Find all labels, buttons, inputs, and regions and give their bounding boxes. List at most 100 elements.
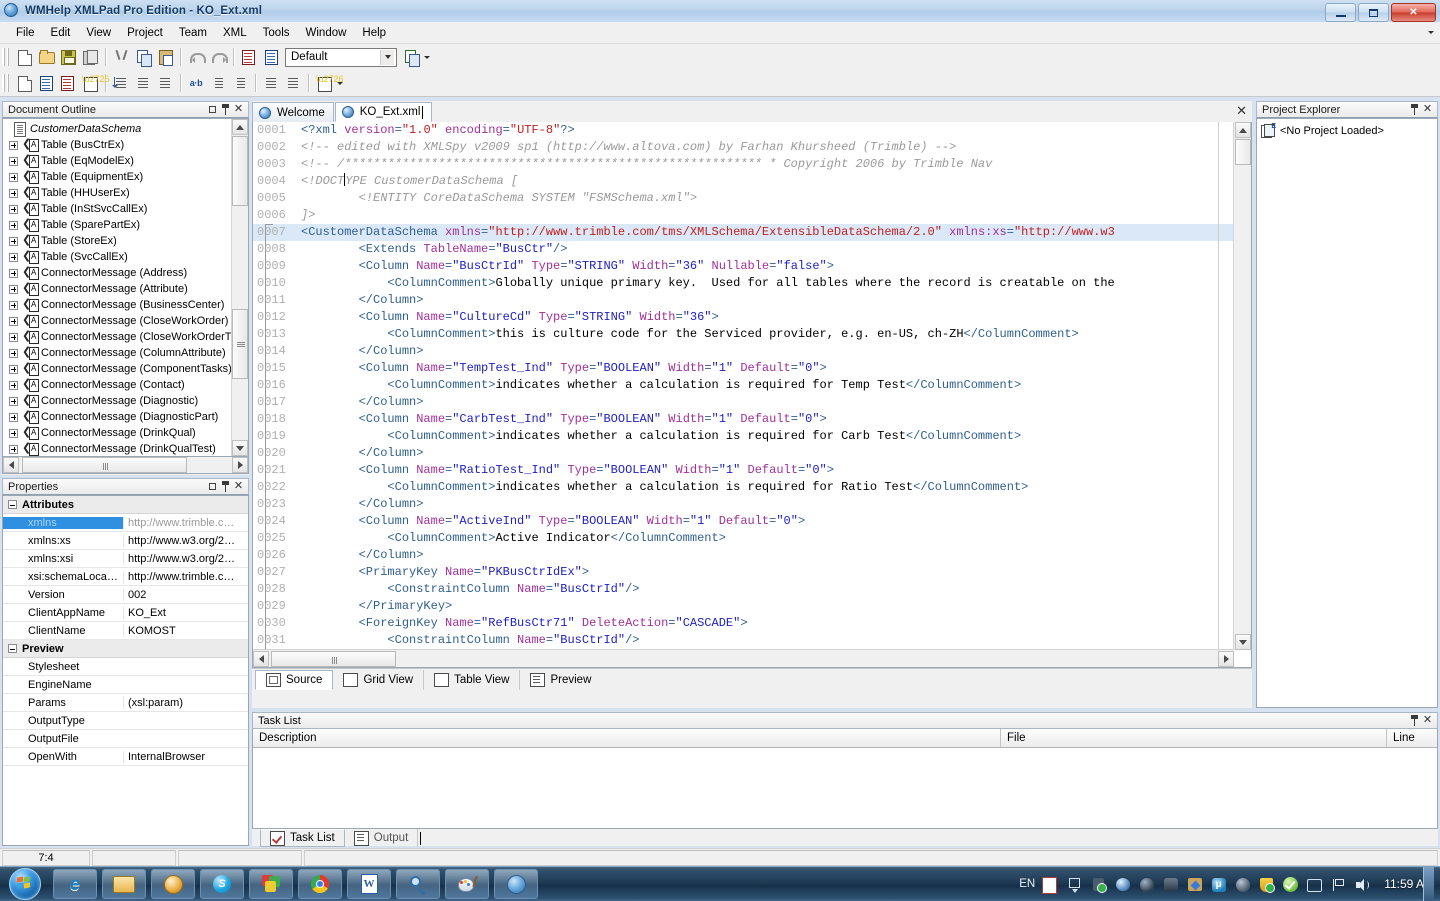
scrollbar-thumb[interactable] bbox=[271, 651, 396, 667]
expand-icon[interactable] bbox=[9, 300, 18, 310]
align-block-icon[interactable] bbox=[282, 72, 304, 94]
property-row[interactable]: Params (xsl:param) bbox=[3, 694, 248, 712]
property-row[interactable]: Version 002 bbox=[3, 586, 248, 604]
expand-icon[interactable] bbox=[9, 268, 18, 278]
tab-task-list[interactable]: Task List bbox=[260, 829, 345, 847]
fold-bracket[interactable] bbox=[265, 428, 273, 445]
menu-team[interactable]: Team bbox=[171, 24, 215, 42]
collapse-icon[interactable] bbox=[8, 644, 17, 653]
float-icon[interactable] bbox=[206, 480, 219, 493]
shield-icon[interactable] bbox=[1258, 876, 1276, 893]
outline-node[interactable]: ❮Table (SparePartEx) bbox=[3, 217, 233, 233]
show-desktop-button[interactable] bbox=[1423, 867, 1434, 901]
flag-action-center-icon[interactable] bbox=[1330, 876, 1347, 893]
column-header-file[interactable]: File bbox=[1001, 729, 1387, 747]
usb-safely-remove-icon[interactable] bbox=[1090, 876, 1108, 893]
properties-group-header[interactable]: Preview bbox=[3, 640, 248, 658]
new-schema-icon[interactable] bbox=[13, 72, 35, 94]
pin-icon[interactable] bbox=[1408, 103, 1421, 116]
code-line[interactable]: 0027 <PrimaryKey Name="PKBusCtrIdEx"> bbox=[253, 564, 1234, 581]
fold-bracket[interactable] bbox=[265, 445, 273, 462]
network-share-icon[interactable] bbox=[1114, 876, 1131, 893]
expand-icon[interactable] bbox=[9, 172, 18, 182]
close-icon[interactable]: ✕ bbox=[1421, 103, 1434, 116]
steam-icon[interactable] bbox=[1138, 876, 1155, 893]
code-line[interactable]: 0008 <Extends TableName="BusCtr"/> bbox=[253, 241, 1234, 258]
code-line[interactable]: 0005 <!ENTITY CoreDataSchema SYSTEM "FSM… bbox=[253, 190, 1234, 207]
media-player-icon[interactable] bbox=[151, 869, 195, 899]
code-line[interactable]: 0006]> bbox=[253, 207, 1234, 224]
pin-icon[interactable] bbox=[219, 103, 232, 116]
notepad-tray-icon[interactable] bbox=[1042, 876, 1059, 894]
expand-icon[interactable] bbox=[9, 140, 18, 150]
close-icon[interactable]: ✕ bbox=[232, 103, 245, 116]
code-line[interactable]: 0002 <!-- edited with XMLSpy v2009 sp1 (h… bbox=[253, 139, 1234, 156]
outline-node[interactable]: ❮ConnectorMessage (Diagnostic) bbox=[3, 393, 233, 409]
code-line[interactable]: 0029 </PrimaryKey> bbox=[253, 598, 1234, 615]
outline-root-node[interactable]: CustomerDataSchema bbox=[3, 121, 233, 137]
wizard-icon[interactable]: \u2726 bbox=[313, 72, 344, 94]
scrollbar-thumb[interactable] bbox=[232, 136, 248, 206]
find-replace-icon[interactable]: a·b bbox=[185, 72, 207, 94]
expand-icon[interactable] bbox=[9, 156, 18, 166]
align-left-icon[interactable] bbox=[260, 72, 282, 94]
outline-node[interactable]: ❮ConnectorMessage (Address) bbox=[3, 265, 233, 281]
scroll-left-button[interactable] bbox=[3, 457, 19, 473]
code-line[interactable]: 0026 </Column> bbox=[253, 547, 1234, 564]
scroll-right-button[interactable] bbox=[232, 457, 248, 473]
code-line[interactable]: 0022 <ColumnComment>indicates whether a … bbox=[253, 479, 1234, 496]
fold-bracket[interactable] bbox=[265, 479, 273, 496]
undo-icon[interactable] bbox=[185, 46, 207, 68]
outline-node[interactable]: ❮Table (InStSvcCallEx) bbox=[3, 201, 233, 217]
document-outline-tree[interactable]: CustomerDataSchema❮Table (BusCtrEx) ❮Tabl… bbox=[2, 118, 249, 457]
toolbar1-overflow-chevron-icon[interactable] bbox=[424, 55, 430, 59]
property-row[interactable]: Stylesheet bbox=[3, 658, 248, 676]
close-document-icon[interactable]: ✕ bbox=[1236, 104, 1247, 117]
project-explorer-tree[interactable]: E <No Project Loaded> bbox=[1256, 118, 1438, 708]
code-line[interactable]: 0025 <ColumnComment>Active Indicator</Co… bbox=[253, 530, 1234, 547]
toolbar-grip[interactable] bbox=[2, 48, 10, 66]
menu-xml[interactable]: XML bbox=[215, 24, 255, 42]
outline-node[interactable]: ❮Table (BusCtrEx) bbox=[3, 137, 233, 153]
outline-horizontal-scrollbar[interactable] bbox=[2, 457, 249, 474]
pin-icon[interactable] bbox=[1408, 714, 1421, 727]
code-line[interactable]: 0028 <ConstraintColumn Name="BusCtrId"/> bbox=[253, 581, 1234, 598]
uncomment-block-icon[interactable] bbox=[260, 46, 282, 68]
outline-node[interactable]: ❮ConnectorMessage (CloseWorkOrderT… bbox=[3, 329, 243, 345]
column-header-description[interactable]: Description bbox=[253, 729, 1001, 747]
sort-ascending-icon[interactable] bbox=[132, 72, 154, 94]
outline-node[interactable]: ❮ConnectorMessage (ComponentTasks) bbox=[3, 361, 233, 377]
fold-bracket[interactable] bbox=[265, 513, 273, 530]
property-row[interactable]: OutputType bbox=[3, 712, 248, 730]
property-row[interactable]: OpenWith InternalBrowser bbox=[3, 748, 248, 766]
outline-node[interactable]: ❮ConnectorMessage (ColumnAttribute) bbox=[3, 345, 233, 361]
fold-bracket[interactable] bbox=[265, 530, 273, 547]
check-wellformed-icon[interactable] bbox=[35, 72, 57, 94]
menu-window[interactable]: Window bbox=[298, 24, 355, 42]
transform-icon[interactable]: \u2726 bbox=[79, 72, 110, 94]
outline-node[interactable]: ❮ConnectorMessage (CloseWorkOrder) bbox=[3, 313, 233, 329]
fold-bracket[interactable] bbox=[265, 411, 273, 428]
indent-decrease-icon[interactable] bbox=[229, 72, 251, 94]
network-icon[interactable] bbox=[1306, 876, 1323, 893]
property-row[interactable]: xmlns http://www.trimble.c… bbox=[3, 514, 248, 532]
validate-icon[interactable] bbox=[57, 72, 79, 94]
show-hidden-icon[interactable] bbox=[1066, 876, 1083, 893]
expand-icon[interactable] bbox=[9, 412, 18, 422]
outline-node[interactable]: ❮ConnectorMessage (DrinkQual) bbox=[3, 425, 233, 441]
fold-bracket[interactable] bbox=[265, 615, 273, 632]
snagit-icon[interactable] bbox=[249, 869, 293, 899]
scroll-up-button[interactable] bbox=[232, 119, 248, 135]
tab-grid-view[interactable]: Grid View bbox=[333, 669, 425, 690]
scroll-right-button[interactable] bbox=[1218, 651, 1234, 667]
scroll-left-button[interactable] bbox=[253, 651, 269, 667]
code-line[interactable]: 0031 <ConstraintColumn Name="BusCtrId"/> bbox=[253, 632, 1234, 649]
vm-icon[interactable] bbox=[1162, 876, 1179, 893]
expand-icon[interactable] bbox=[9, 380, 18, 390]
antivirus-ok-icon[interactable] bbox=[1282, 876, 1299, 893]
code-line[interactable]: 0015 <Column Name = "TempTest_Ind" Type = "B… bbox=[253, 360, 1234, 377]
tab-preview[interactable]: Preview bbox=[520, 670, 601, 690]
expand-icon[interactable] bbox=[9, 444, 18, 454]
code-line[interactable]: 0011 </Column> bbox=[253, 292, 1234, 309]
menu-help[interactable]: Help bbox=[354, 24, 394, 42]
